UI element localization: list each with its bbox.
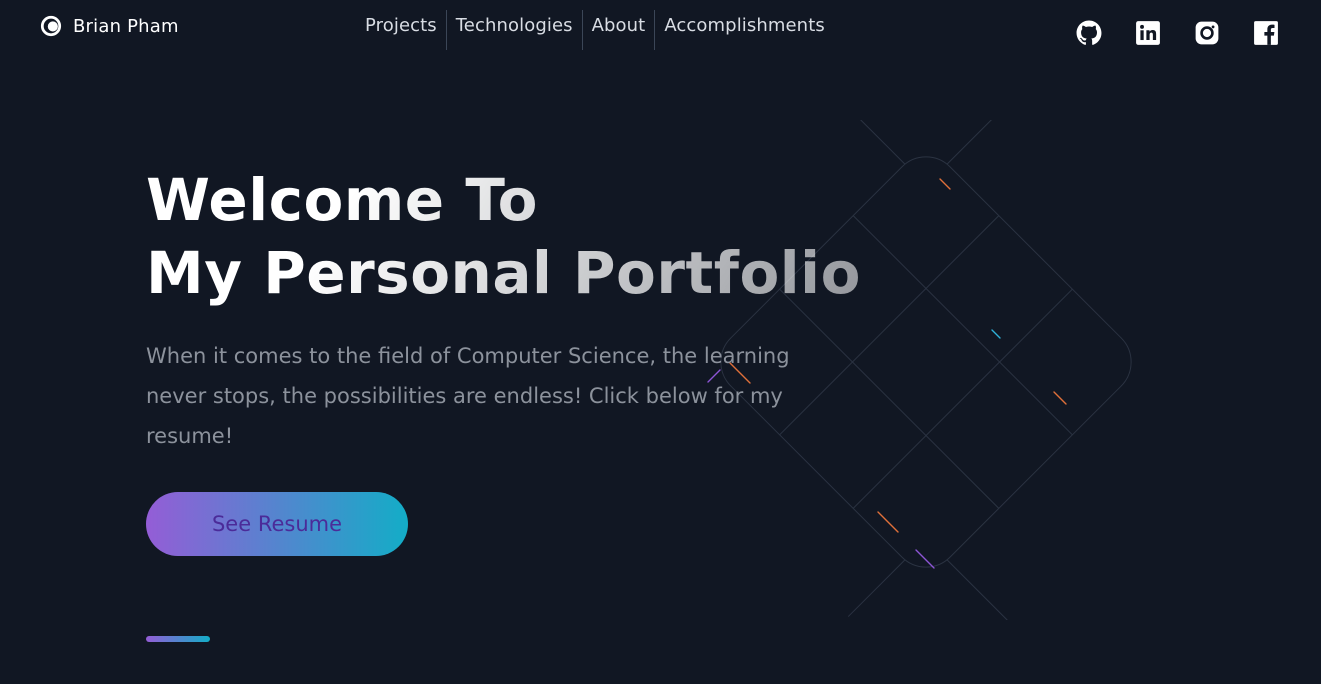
github-link[interactable]: [1076, 20, 1102, 46]
instagram-link[interactable]: [1194, 20, 1220, 46]
brand-name: Brian Pham: [73, 15, 179, 37]
brand-link[interactable]: Brian Pham: [40, 12, 179, 40]
nav-link-accomplishments[interactable]: Accomplishments: [654, 10, 834, 50]
nav-link-about[interactable]: About: [581, 10, 655, 50]
hero-title: Welcome To My Personal Portfolio: [146, 164, 861, 310]
social-links: [1076, 20, 1279, 46]
circle-logo-icon: [40, 15, 62, 37]
nav-link-projects[interactable]: Projects: [356, 10, 446, 50]
linkedin-icon: [1136, 21, 1160, 45]
nav-link-technologies[interactable]: Technologies: [445, 10, 582, 50]
hero-title-line-2: My Personal Portfolio: [146, 239, 861, 307]
hero-title-line-1: Welcome To: [146, 166, 539, 234]
facebook-link[interactable]: [1253, 20, 1279, 46]
portfolio-page: Brian Pham Projects Technologies About A…: [0, 0, 1321, 684]
section-divider: [146, 636, 210, 642]
instagram-icon: [1195, 21, 1219, 45]
facebook-icon: [1254, 21, 1278, 45]
see-resume-button[interactable]: See Resume: [146, 492, 408, 556]
github-icon: [1076, 20, 1102, 45]
linkedin-link[interactable]: [1135, 20, 1161, 46]
main-nav: Projects Technologies About Accomplishme…: [356, 10, 834, 50]
hero-description: When it comes to the field of Computer S…: [146, 344, 790, 448]
